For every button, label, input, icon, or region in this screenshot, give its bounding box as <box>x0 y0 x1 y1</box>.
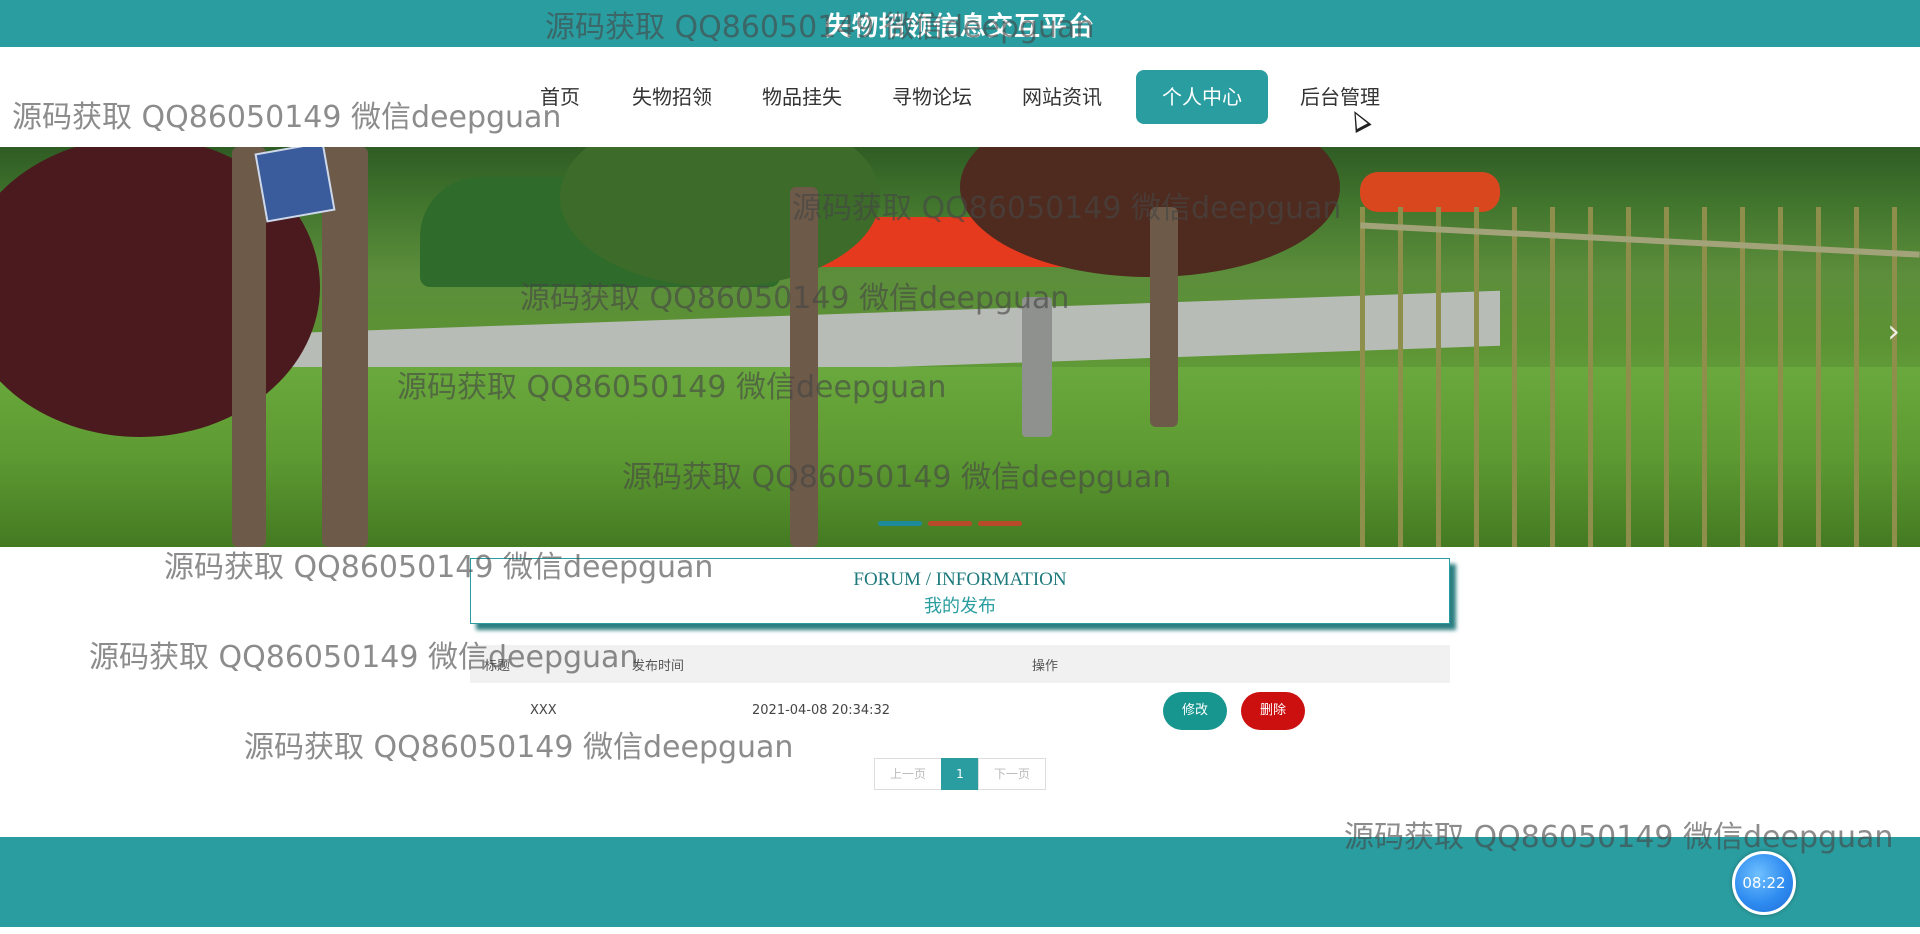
main-nav: 首页 失物招领 物品挂失 寻物论坛 网站资讯 个人中心 后台管理 <box>0 47 1920 147</box>
delete-button[interactable]: 删除 <box>1241 692 1305 730</box>
table-row: XXX 2021-04-08 20:34:32 修改 删除 <box>470 690 1450 732</box>
nav-item-home[interactable]: 首页 <box>538 70 582 124</box>
carousel-dot[interactable] <box>928 521 972 526</box>
banner-lamp-post <box>1022 297 1052 437</box>
carousel-dot[interactable] <box>978 521 1022 526</box>
banner-tree-trunk <box>1150 207 1178 427</box>
carousel-dot[interactable] <box>878 521 922 526</box>
banner-tree-trunk <box>232 147 266 547</box>
banner-tree-trunk <box>790 187 818 547</box>
banner-bamboo-fence <box>1360 207 1920 547</box>
nav-item-forum[interactable]: 寻物论坛 <box>890 70 974 124</box>
table-header: 标题 发布时间 操作 <box>470 645 1450 683</box>
section-title-cn: 我的发布 <box>924 596 996 617</box>
nav-item-report-loss[interactable]: 物品挂失 <box>760 70 844 124</box>
clock-widget[interactable]: 08:22 <box>1732 851 1796 915</box>
banner-signboard <box>254 147 336 223</box>
nav-item-personal-center[interactable]: 个人中心 <box>1136 70 1268 124</box>
site-title: 失物招领信息交互平台 <box>824 12 1095 42</box>
page-number-button[interactable]: 1 <box>941 758 979 790</box>
chevron-right-icon[interactable]: › <box>1887 312 1900 350</box>
prev-page-button[interactable]: 上一页 <box>874 758 942 790</box>
column-header-actions: 操作 <box>1032 659 1059 674</box>
section-title-en: FORUM / INFORMATION <box>853 569 1067 590</box>
top-bar: 失物招领信息交互平台 <box>0 0 1920 47</box>
nav-item-admin[interactable]: 后台管理 <box>1298 70 1382 124</box>
edit-button[interactable]: 修改 <box>1163 692 1227 730</box>
nav-item-lost-found[interactable]: 失物招领 <box>630 70 714 124</box>
next-page-button[interactable]: 下一页 <box>978 758 1046 790</box>
post-time: 2021-04-08 20:34:32 <box>752 703 891 718</box>
banner-carousel: › <box>0 147 1920 547</box>
banner-flowerbed-far <box>1360 172 1500 212</box>
column-header-title: 标题 <box>484 659 511 674</box>
nav-item-news[interactable]: 网站资讯 <box>1020 70 1104 124</box>
post-title: XXX <box>530 703 557 718</box>
footer <box>0 837 1920 927</box>
section-header-card: FORUM / INFORMATION 我的发布 <box>470 558 1450 624</box>
column-header-time: 发布时间 <box>632 659 685 674</box>
